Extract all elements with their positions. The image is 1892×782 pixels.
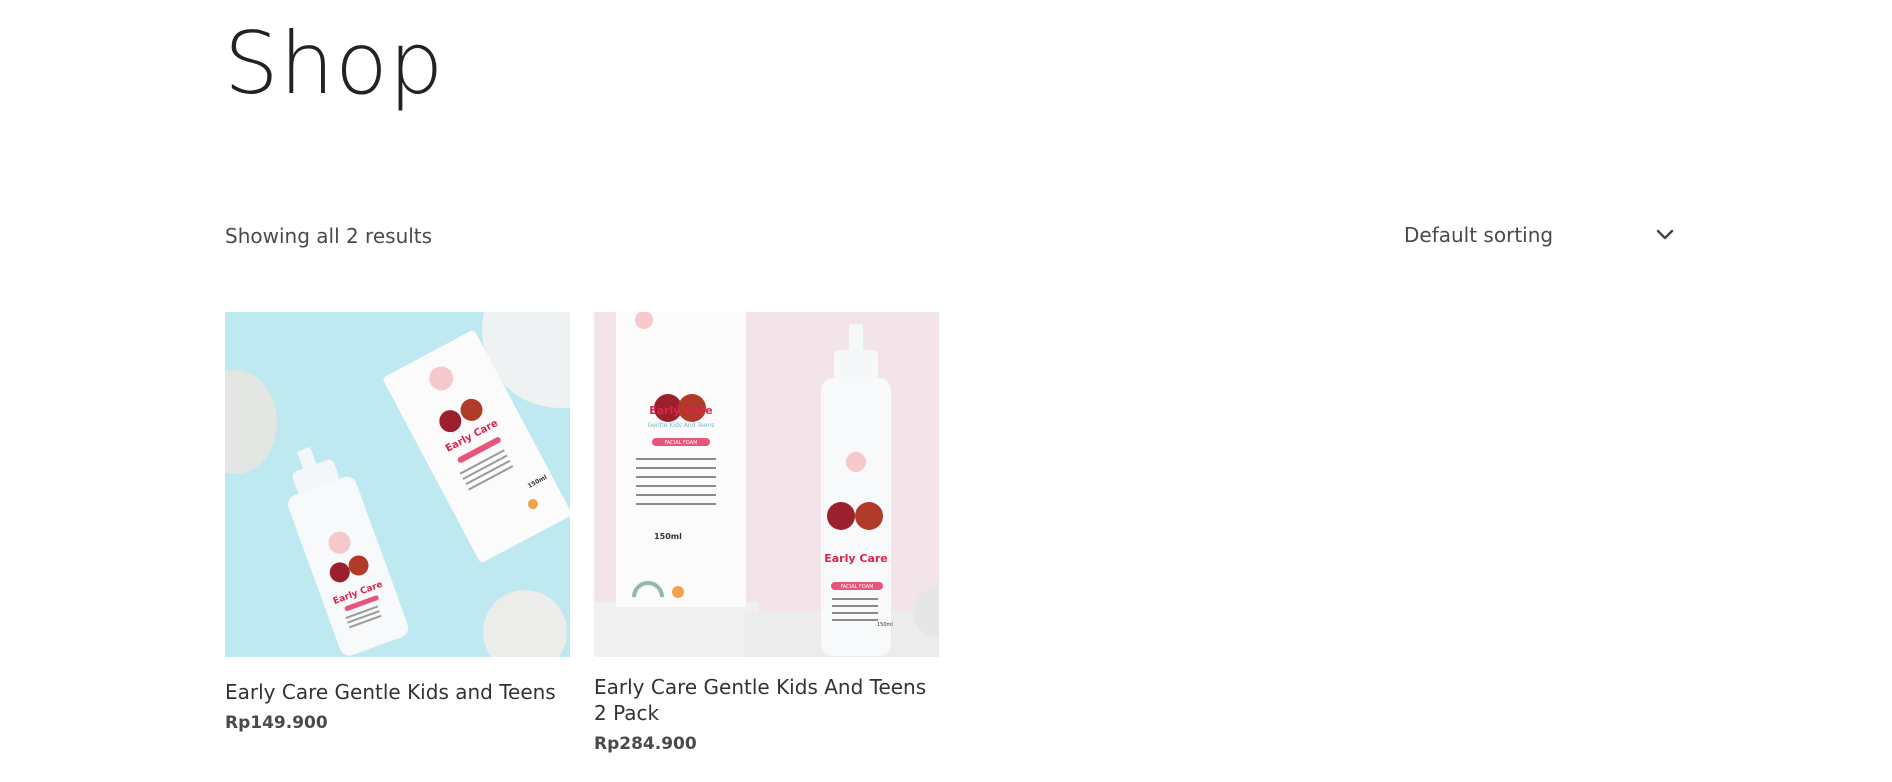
bottle-volume-text: 150ml xyxy=(877,622,893,628)
shop-page: Shop Showing all 2 results Default sorti… xyxy=(0,0,1892,782)
product-image-link[interactable]: Early Care Gentle Kids And Teens FACIAL … xyxy=(594,312,939,657)
sorting-selected-label: Default sorting xyxy=(1404,223,1554,247)
bottle-variant-text: FACIAL FOAM xyxy=(841,584,874,590)
product-card: Early Care 150ml Early Care Early Care G… xyxy=(225,312,570,733)
box-volume-text: 150ml xyxy=(654,532,682,541)
box-brand-text: Early Care xyxy=(649,404,713,417)
product-image-link[interactable]: Early Care 150ml Early Care xyxy=(225,312,570,657)
product-image: Early Care Gentle Kids And Teens FACIAL … xyxy=(594,312,939,657)
page-title: Shop xyxy=(224,14,445,114)
product-card: Early Care Gentle Kids And Teens FACIAL … xyxy=(594,312,939,754)
result-count: Showing all 2 results xyxy=(225,224,433,248)
bottle-brand-text: Early Care xyxy=(824,552,888,565)
chevron-down-icon xyxy=(1654,224,1676,246)
product-title-link[interactable]: Early Care Gentle Kids And Teens 2 Pack xyxy=(594,674,939,726)
product-price: Rp149.900 xyxy=(225,713,328,733)
product-price: Rp284.900 xyxy=(594,734,697,754)
box-subtitle-text: Gentle Kids And Teens xyxy=(648,422,715,429)
box-variant-text: FACIAL FOAM xyxy=(665,440,698,446)
sorting-select[interactable]: Default sorting xyxy=(1404,218,1676,252)
product-title-link[interactable]: Early Care Gentle Kids and Teens xyxy=(225,679,570,705)
product-image: Early Care 150ml Early Care xyxy=(225,312,570,657)
